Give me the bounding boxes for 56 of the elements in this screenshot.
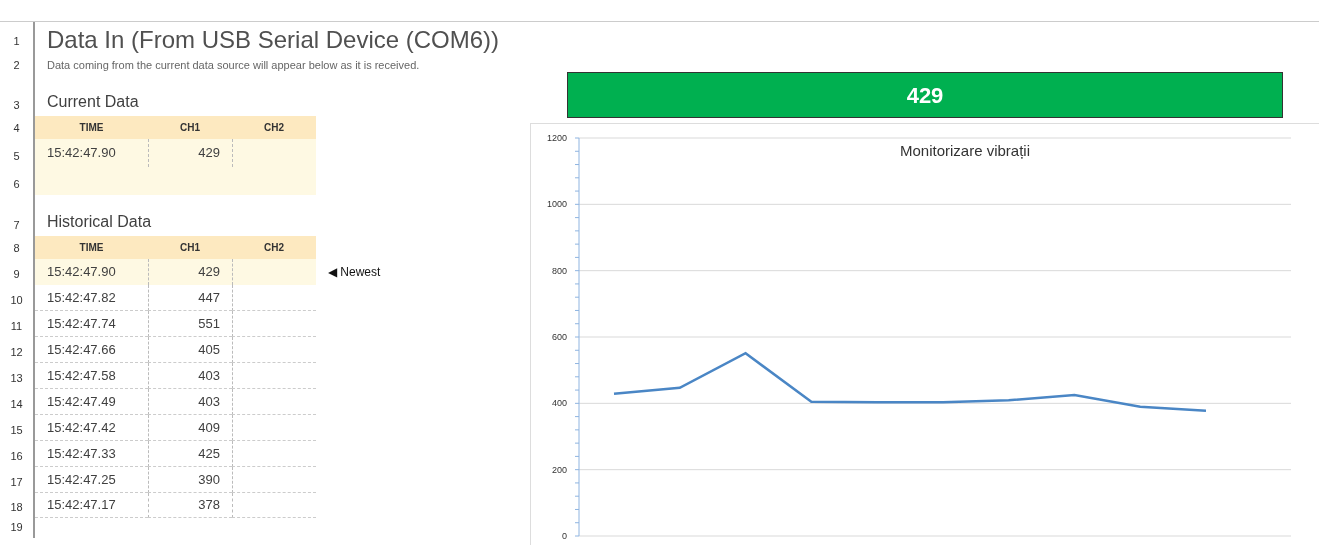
table-cell: 15:42:47.42	[35, 415, 148, 441]
table-cell: 15:42:47.33	[35, 441, 148, 467]
table-cell: 378	[148, 493, 232, 518]
table-cell: 403	[148, 363, 232, 389]
column-header: CH1	[148, 116, 232, 139]
row-number: 10	[0, 285, 35, 311]
axis-tick-label: 400	[551, 398, 567, 409]
column-header: CH2	[232, 236, 316, 259]
column-header: TIME	[35, 236, 148, 259]
table-cell: 15:42:47.74	[35, 311, 148, 337]
row-number: 7	[0, 195, 35, 236]
axis-tick-label: 1200	[546, 133, 567, 143]
column-header: CH1	[148, 236, 232, 259]
axis-tick-label: 800	[551, 265, 567, 276]
row-number: 15	[0, 415, 35, 441]
row-number: 2	[0, 52, 35, 76]
page-title: Data In (From USB Serial Device (COM6))	[46, 28, 500, 52]
table-cell: 15:42:47.90	[35, 259, 148, 285]
table-cell: 405	[148, 337, 232, 363]
table-cell: 551	[148, 311, 232, 337]
axis-tick-label: 200	[551, 464, 567, 475]
table-cell: 15:42:47.82	[35, 285, 148, 311]
row-number: 11	[0, 311, 35, 337]
chart-title: Monitorizare vibrații	[900, 142, 1030, 159]
table-cell: 15:42:47.49	[35, 389, 148, 415]
axis-tick-label: 1000	[546, 199, 567, 210]
table-cell: 403	[148, 389, 232, 415]
row-number: 19	[0, 518, 35, 538]
row-number: 14	[0, 389, 35, 415]
table-cell: 429	[148, 139, 232, 167]
value-banner: 429	[567, 72, 1283, 118]
table-cell: 447	[148, 285, 232, 311]
table-cell: 390	[148, 467, 232, 493]
column-header: CH2	[232, 116, 316, 139]
newest-marker: ◀ Newest	[327, 264, 381, 281]
table-cell: 15:42:47.90	[35, 139, 148, 167]
section-heading: Historical Data	[46, 212, 152, 232]
table-cell: 15:42:47.25	[35, 467, 148, 493]
table-cell: 15:42:47.58	[35, 363, 148, 389]
table-cell: 429	[148, 259, 232, 285]
column-header: TIME	[35, 116, 148, 139]
row-number: 13	[0, 363, 35, 389]
table-cell: 15:42:47.17	[35, 493, 148, 518]
row-number: 18	[0, 493, 35, 518]
table-cell: 425	[148, 441, 232, 467]
row-number: 12	[0, 337, 35, 363]
row-number: 17	[0, 467, 35, 493]
table-cell: 409	[148, 415, 232, 441]
row-number: 3	[0, 76, 35, 116]
table-cell: 15:42:47.66	[35, 337, 148, 363]
axis-tick-label: 0	[562, 531, 567, 541]
description-text: Data coming from the current data source will appear below as it is received.	[46, 57, 420, 73]
axis-tick-label: 600	[551, 332, 567, 342]
section-heading: Current Data	[46, 92, 139, 112]
row-number: 1	[0, 22, 35, 52]
row-number: 16	[0, 441, 35, 467]
